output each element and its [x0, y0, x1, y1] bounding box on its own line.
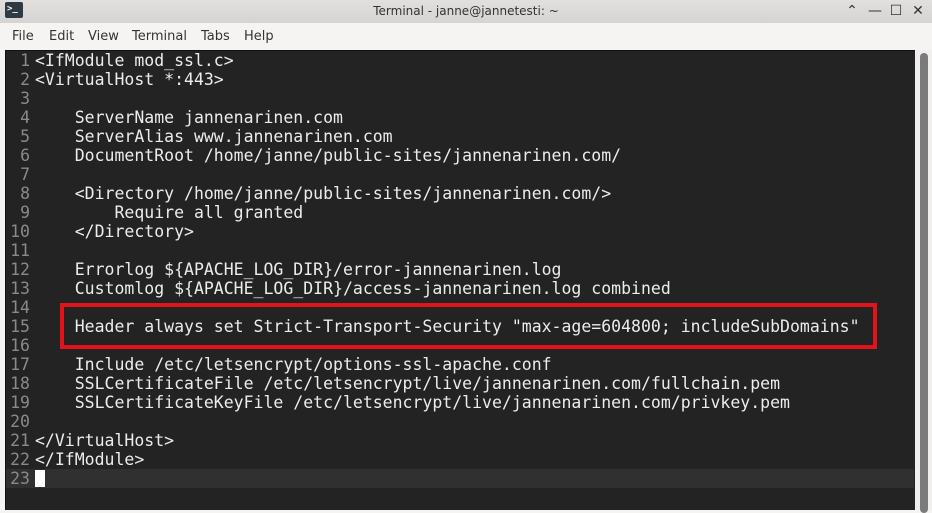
line-number: 18 [10, 374, 30, 393]
code-line: 22 </IfModule> [6, 450, 914, 469]
line-text: ServerName jannenarinen.com [35, 108, 343, 127]
line-number: 17 [10, 355, 30, 374]
line-text: Require all granted [35, 203, 304, 222]
line-number: 9 [20, 203, 30, 222]
line-number: 19 [10, 393, 30, 412]
code-line: 6 DocumentRoot /home/janne/public-sites/… [6, 146, 914, 165]
line-text: Customlog ${APACHE_LOG_DIR}/access-janne… [35, 279, 671, 298]
chevron-up-icon: ⌃ [846, 3, 858, 19]
line-number: 23 [10, 469, 30, 488]
line-number: 16 [10, 336, 30, 355]
code-line: 20 [6, 412, 914, 431]
line-text: SSLCertificateKeyFile /etc/letsencrypt/l… [35, 393, 790, 412]
code-line: 23 [6, 469, 914, 488]
menu-bar: File Edit View Terminal Tabs Help [0, 23, 932, 50]
line-number: 15 [10, 317, 30, 336]
line-number: 7 [20, 165, 30, 184]
line-text: ServerAlias www.jannenarinen.com [35, 127, 393, 146]
menu-edit[interactable]: Edit [49, 29, 74, 44]
line-number: 11 [10, 241, 30, 260]
terminal-editor[interactable]: 1 <IfModule mod_ssl.c> 2 <VirtualHost *:443… [5, 50, 915, 510]
line-number: 14 [10, 298, 30, 317]
code-line: 9 Require all granted [6, 203, 914, 222]
line-text: DocumentRoot /home/janne/public-sites/ja… [35, 146, 622, 165]
minimize-icon: — [868, 3, 882, 19]
shade-button[interactable]: ⌃ [842, 2, 862, 20]
code-line: 19 SSLCertificateKeyFile /etc/letsencryp… [6, 393, 914, 412]
line-text: Errorlog ${APACHE_LOG_DIR}/error-jannena… [35, 260, 562, 279]
line-text: </Directory> [35, 222, 194, 241]
title-bar: >_ Terminal - janne@jannetesti: ~ ⌃ — ☐ … [0, 0, 932, 23]
line-number: 21 [10, 431, 30, 450]
line-number: 3 [20, 89, 30, 108]
close-icon: ✕ [912, 3, 924, 19]
line-number: 20 [10, 412, 30, 431]
line-number: 4 [20, 108, 30, 127]
menu-file[interactable]: File [12, 29, 34, 44]
code-line: 17 Include /etc/letsencrypt/options-ssl-… [6, 355, 914, 374]
menu-help[interactable]: Help [244, 29, 274, 44]
code-line: 13 Customlog ${APACHE_LOG_DIR}/access-ja… [6, 279, 914, 298]
line-number: 5 [20, 127, 30, 146]
menu-terminal[interactable]: Terminal [132, 29, 187, 44]
highlight-box [60, 303, 877, 349]
menu-view[interactable]: View [88, 29, 119, 44]
menu-tabs[interactable]: Tabs [201, 29, 230, 44]
code-line: 7 [6, 165, 914, 184]
code-line: 12 Errorlog ${APACHE_LOG_DIR}/error-jann… [6, 260, 914, 279]
line-number: 2 [20, 70, 30, 89]
line-number: 10 [10, 222, 30, 241]
code-line: 18 SSLCertificateFile /etc/letsencrypt/l… [6, 374, 914, 393]
line-text: SSLCertificateFile /etc/letsencrypt/live… [35, 374, 781, 393]
scrollbar-thumb[interactable] [920, 53, 928, 513]
code-line: 1 <IfModule mod_ssl.c> [6, 51, 914, 70]
line-number: 12 [10, 260, 30, 279]
line-number: 13 [10, 279, 30, 298]
text-cursor [35, 470, 45, 487]
minimize-button[interactable]: — [865, 2, 885, 20]
line-text: Include /etc/letsencrypt/options-ssl-apa… [35, 355, 552, 374]
line-text: <IfModule mod_ssl.c> [35, 51, 234, 70]
close-button[interactable]: ✕ [908, 2, 928, 20]
code-line: 5 ServerAlias www.jannenarinen.com [6, 127, 914, 146]
code-line: 10 </Directory> [6, 222, 914, 241]
scrollbar[interactable] [915, 50, 932, 513]
line-text: </IfModule> [35, 450, 145, 469]
line-text: </VirtualHost> [35, 431, 175, 450]
line-text: <Directory /home/janne/public-sites/jann… [35, 184, 612, 203]
line-number: 1 [20, 51, 30, 70]
line-number: 6 [20, 146, 30, 165]
code-line: 11 [6, 241, 914, 260]
code-line: 3 [6, 89, 914, 108]
line-text: <VirtualHost *:443> [35, 70, 224, 89]
code-line: 8 <Directory /home/janne/public-sites/ja… [6, 184, 914, 203]
maximize-icon: ☐ [889, 3, 903, 19]
code-line: 21 </VirtualHost> [6, 431, 914, 450]
line-number: 8 [20, 184, 30, 203]
line-number: 22 [10, 450, 30, 469]
maximize-button[interactable]: ☐ [886, 2, 906, 20]
code-line: 4 ServerName jannenarinen.com [6, 108, 914, 127]
window-title: Terminal - janne@jannetesti: ~ [373, 4, 559, 18]
code-line: 2 <VirtualHost *:443> [6, 70, 914, 89]
